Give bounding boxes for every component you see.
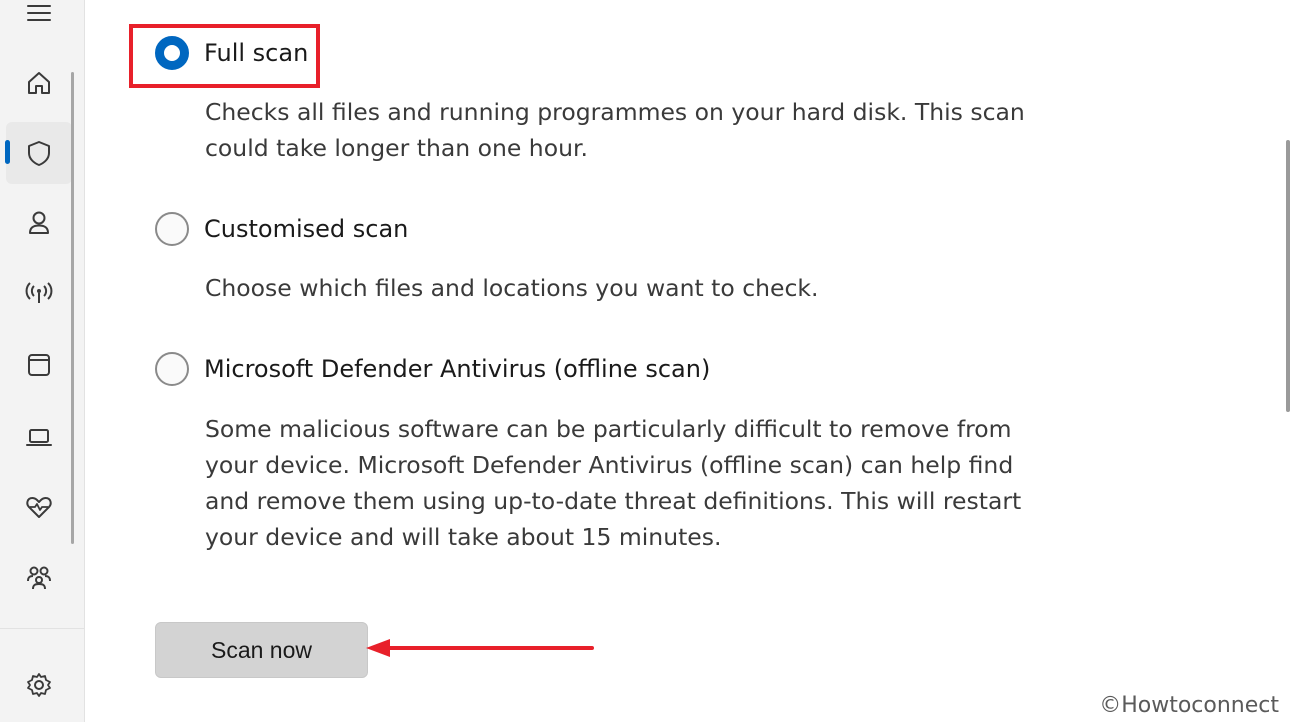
customised-scan-option[interactable]: Customised scan — [155, 212, 408, 246]
sidebar-item-device-security[interactable] — [6, 406, 72, 468]
offline-scan-label: Microsoft Defender Antivirus (offline sc… — [204, 355, 711, 383]
menu-button[interactable] — [6, 0, 72, 44]
shield-icon — [28, 141, 50, 166]
laptop-icon — [26, 429, 52, 446]
customised-scan-radio[interactable] — [155, 212, 189, 246]
offline-scan-option[interactable]: Microsoft Defender Antivirus (offline sc… — [155, 352, 710, 386]
app-window-icon — [28, 354, 50, 376]
customised-scan-description: Choose which files and locations you wan… — [205, 274, 819, 302]
person-icon — [29, 211, 49, 234]
offline-scan-radio[interactable] — [155, 352, 189, 386]
full-scan-highlight-annotation — [129, 24, 320, 88]
menu-icon — [27, 5, 51, 21]
home-icon — [28, 72, 50, 94]
heart-pulse-icon — [26, 497, 52, 518]
sidebar — [0, 0, 85, 722]
main-scrollbar[interactable] — [1286, 140, 1290, 412]
wireless-icon — [25, 282, 53, 303]
full-scan-description: Checks all files and running programmes … — [205, 98, 1025, 162]
sidebar-item-app-browser[interactable] — [6, 334, 72, 396]
customised-scan-label: Customised scan — [204, 215, 409, 243]
sidebar-scrollbar[interactable] — [71, 72, 74, 544]
sidebar-item-settings[interactable] — [6, 654, 72, 716]
scan-now-button[interactable]: Scan now — [155, 622, 368, 678]
sidebar-item-device-health[interactable] — [6, 476, 72, 538]
sidebar-divider — [0, 628, 84, 629]
sidebar-item-account[interactable] — [6, 192, 72, 254]
sidebar-item-family-options[interactable] — [6, 546, 72, 608]
watermark: ©Howtoconnect — [1099, 693, 1279, 718]
active-indicator — [5, 140, 10, 164]
family-icon — [27, 566, 51, 590]
settings-icon — [27, 673, 51, 697]
sidebar-item-home[interactable] — [6, 52, 72, 114]
arrow-annotation — [366, 639, 594, 657]
offline-scan-description: Some malicious software can be particula… — [205, 415, 1022, 551]
sidebar-item-firewall[interactable] — [6, 262, 72, 324]
sidebar-item-virus-protection[interactable] — [6, 122, 72, 184]
